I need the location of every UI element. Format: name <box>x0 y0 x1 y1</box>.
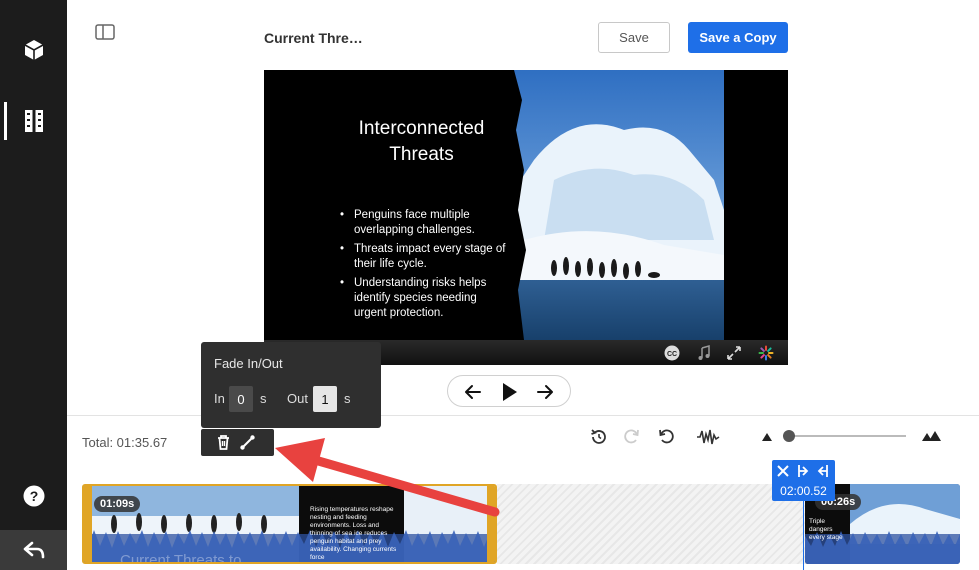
slide-title-line1: Interconnected <box>358 118 485 139</box>
zoom-slider-track[interactable] <box>788 435 906 437</box>
svg-text:CC: CC <box>667 351 677 358</box>
timeline-gap <box>497 484 807 564</box>
undo-icon[interactable] <box>656 427 676 447</box>
fade-in-unit: s <box>260 391 267 406</box>
film-strip-icon <box>24 110 43 132</box>
back-button[interactable] <box>0 530 67 570</box>
fade-out-label: Out <box>287 391 308 406</box>
fade-out-input[interactable] <box>313 386 337 412</box>
clip-trim-handle-right[interactable] <box>487 486 495 562</box>
fullscreen-icon[interactable] <box>726 345 742 361</box>
playhead-line[interactable] <box>803 500 804 570</box>
closed-captions-icon[interactable]: CC <box>664 345 680 361</box>
clip-toolbar <box>201 429 274 456</box>
slide-bullet: Penguins face multiple overlapping chall… <box>340 208 510 238</box>
back-arrow-icon <box>23 541 44 559</box>
zoom-in-icon[interactable] <box>921 427 943 447</box>
clip-thumbnails <box>84 486 495 562</box>
editor-button[interactable] <box>0 99 67 143</box>
penguin-iceberg-image <box>514 70 724 340</box>
slide-bullet: Understanding risks helps identify speci… <box>340 276 510 321</box>
zoom-slider-handle[interactable] <box>783 430 795 442</box>
slide-title-line2: Threats <box>389 144 454 165</box>
fade-in-out-popup: Fade In/Out In s Out s <box>201 342 381 428</box>
trim-left-icon[interactable] <box>796 464 810 478</box>
waveform-icon[interactable] <box>696 427 720 447</box>
help-icon: ? <box>23 485 44 507</box>
save-button[interactable]: Save <box>598 22 670 53</box>
svg-text:?: ? <box>29 488 38 504</box>
restore-icon[interactable] <box>589 427 609 447</box>
slide-title: Interconnected Threats <box>314 116 529 168</box>
playhead[interactable]: 02:00.52 <box>772 460 835 501</box>
help-button[interactable]: ? <box>0 474 67 518</box>
fade-in-input[interactable] <box>229 386 253 412</box>
save-a-copy-button[interactable]: Save a Copy <box>688 22 788 53</box>
total-duration: Total: 01:35.67 <box>82 435 168 450</box>
cube-icon <box>24 40 43 60</box>
slide-bullet: Threats impact every stage of their life… <box>340 242 510 272</box>
clip-caption: Current Threats to <box>120 552 242 564</box>
video-player[interactable]: Interconnected Threats Penguins face mul… <box>264 70 788 365</box>
document-title: Current Thre… <box>264 30 363 46</box>
split-icon[interactable] <box>776 464 790 478</box>
fade-curve-icon[interactable] <box>239 434 256 451</box>
clip-slide-text: Triple dangers every stage <box>809 518 843 541</box>
loading-spinner-icon <box>758 345 774 361</box>
fade-popup-title: Fade In/Out <box>214 356 283 371</box>
clip-trim-handle-left[interactable] <box>84 486 92 562</box>
panel-toggle-icon[interactable] <box>95 24 115 40</box>
fade-in-label: In <box>214 391 225 406</box>
playhead-time: 02:00.52 <box>780 484 827 498</box>
media-library-button[interactable] <box>0 28 67 72</box>
next-arrow-icon[interactable] <box>534 381 556 403</box>
fade-out-unit: s <box>344 391 351 406</box>
clip-slide-text: Rising temperatures reshape nesting and … <box>310 506 397 561</box>
transport-controls <box>447 375 571 407</box>
play-icon[interactable] <box>498 381 520 403</box>
trim-right-icon[interactable] <box>816 464 830 478</box>
redo-icon[interactable] <box>622 427 642 447</box>
previous-arrow-icon[interactable] <box>462 381 484 403</box>
left-rail: ? <box>0 0 67 570</box>
clip-duration-badge: 01:09s <box>94 496 141 512</box>
timeline-clip-1[interactable]: Rising temperatures reshape nesting and … <box>82 484 497 564</box>
slide-bullets: Penguins face multiple overlapping chall… <box>340 208 510 325</box>
zoom-out-icon[interactable] <box>760 427 774 447</box>
music-note-icon[interactable] <box>696 345 712 361</box>
trash-icon[interactable] <box>215 434 232 451</box>
